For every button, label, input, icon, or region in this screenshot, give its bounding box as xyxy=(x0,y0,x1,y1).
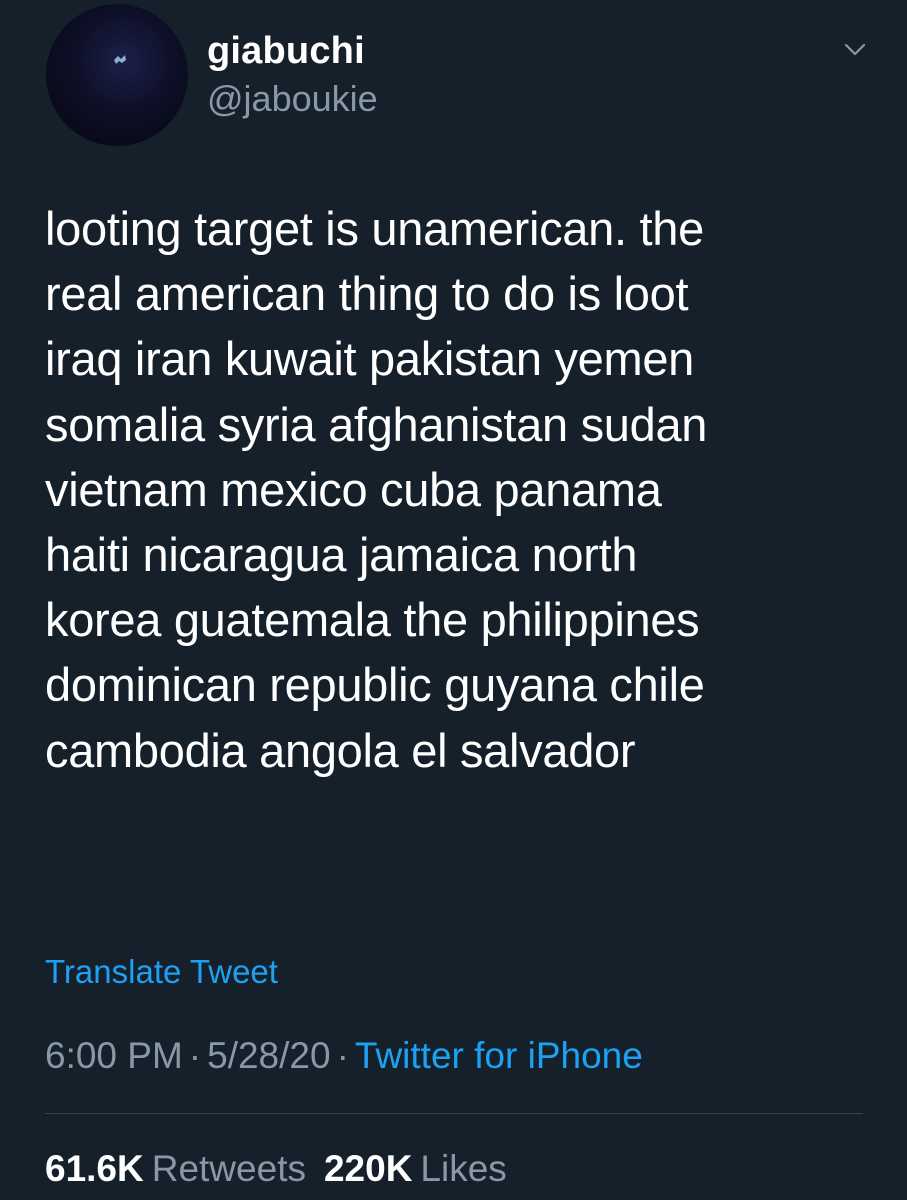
retweets-count: 61.6K xyxy=(45,1148,144,1189)
meta-separator: · xyxy=(188,1035,202,1076)
tweet-text: looting target is unamerican. the real a… xyxy=(45,196,875,783)
tweet-source-link[interactable]: Twitter for iPhone xyxy=(355,1035,643,1076)
author-handle[interactable]: @jaboukie xyxy=(207,78,378,120)
tweet-text-line: haiti nicaragua jamaica north xyxy=(45,528,638,582)
likes-count: 220K xyxy=(323,1148,413,1189)
tweet-text-line: real american thing to do is loot xyxy=(45,267,689,321)
tweet-time: 6:00 PM xyxy=(45,1035,183,1076)
retweets-label: Retweets xyxy=(151,1148,306,1189)
tweet-stats: 61.6K Retweets 220K Likes xyxy=(45,1148,525,1190)
tweet-text-line: iraq iran kuwait pakistan yemen xyxy=(45,332,695,386)
tweet-text-line: dominican republic guyana chile xyxy=(45,658,705,712)
meta-separator: · xyxy=(336,1035,349,1076)
tweet-detail: giabuchi @jaboukie looting target is una… xyxy=(0,0,907,1200)
tweet-date: 5/28/20 xyxy=(207,1035,331,1076)
tweet-meta: 6:00 PM · 5/28/20 · Twitter for iPhone xyxy=(45,1035,643,1077)
tweet-text-line: somalia syria afghanistan sudan xyxy=(45,397,708,451)
avatar[interactable] xyxy=(46,4,188,146)
tweet-text-line: looting target is unamerican. the xyxy=(45,202,704,255)
tweet-text-line: vietnam mexico cuba panama xyxy=(45,462,662,516)
divider xyxy=(45,1113,863,1114)
translate-tweet-link[interactable]: Translate Tweet xyxy=(45,953,278,991)
tweet-text-line: cambodia angola el salvador xyxy=(45,723,636,777)
likes-label: Likes xyxy=(420,1148,507,1189)
retweets-stat[interactable]: 61.6K Retweets xyxy=(45,1148,324,1189)
avatar-image xyxy=(114,55,126,64)
likes-stat[interactable]: 220K Likes xyxy=(324,1148,525,1189)
chevron-down-icon[interactable] xyxy=(838,38,872,62)
tweet-text-line: korea guatemala the philippines xyxy=(45,593,700,647)
author-display-name[interactable]: giabuchi xyxy=(207,30,365,73)
